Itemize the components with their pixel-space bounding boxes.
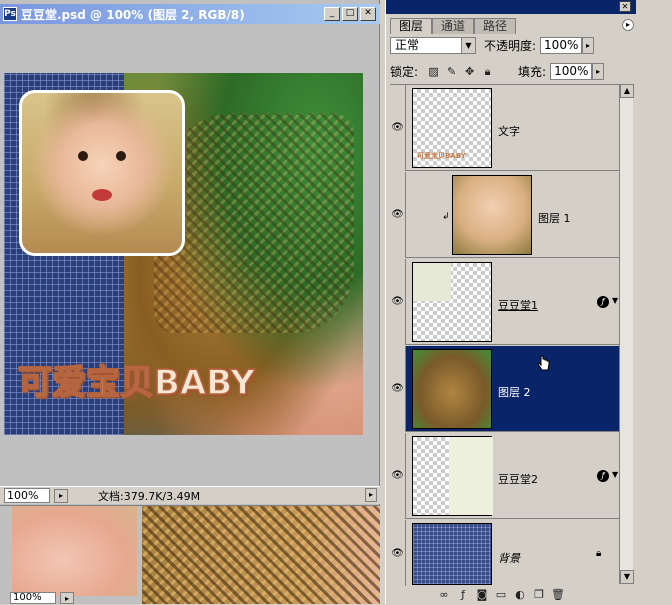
layer-name[interactable]: 豆豆堂2 — [498, 471, 538, 487]
layer-thumbnail — [412, 262, 492, 342]
background-doc-right-image — [142, 506, 380, 604]
layer-name[interactable]: 图层 1 — [538, 210, 571, 226]
layer-name[interactable]: 背景 — [498, 550, 520, 566]
eye-icon[interactable]: 👁︎ — [390, 519, 406, 588]
mask-icon[interactable]: ◙ — [474, 588, 490, 602]
adjustment-icon[interactable]: ◐ — [512, 588, 528, 602]
palette-close-icon[interactable]: ✕ — [619, 1, 631, 12]
lock-all-icon[interactable]: 🔒︎ — [481, 65, 494, 78]
tab-paths[interactable]: 路径 — [474, 18, 517, 34]
blend-row: 正常 ▼ 不透明度: 100% ▸ — [390, 37, 595, 54]
layer-list: 👁︎ 可爱宝贝BABY 文字 👁︎ ↲ 图层 1 👁︎ 豆豆堂1 ƒ ▼ 👁︎ — [390, 84, 620, 588]
layer-thumbnail — [452, 175, 532, 255]
new-set-icon[interactable]: ▭ — [493, 588, 509, 602]
layer-style-icon[interactable]: ƒ — [597, 470, 609, 482]
maximize-button[interactable]: □ — [342, 7, 358, 21]
layer-thumb-shape — [449, 437, 493, 515]
layers-scrollbar[interactable]: ▲ ▼ — [619, 84, 634, 584]
lock-position-icon[interactable]: ✥ — [463, 65, 476, 78]
fill-label: 填充: — [518, 65, 547, 79]
layer-row-doudoutang-1[interactable]: 👁︎ 豆豆堂1 ƒ ▼ — [390, 258, 620, 345]
baby-mouth — [92, 189, 112, 201]
layer-thumbnail — [412, 436, 493, 516]
background-status-menu-icon[interactable]: ▸ — [60, 592, 74, 604]
palette-tabs: 图层 通道 路径 — [390, 18, 517, 34]
background-document-window[interactable] — [0, 506, 380, 604]
layer-thumbnail: 可爱宝贝BABY — [412, 88, 492, 168]
document-info: 文档:379.7K/3.49M — [98, 489, 201, 503]
trash-icon[interactable]: 🗑︎ — [550, 588, 566, 602]
scroll-right-button[interactable]: ▸ — [365, 488, 377, 502]
tab-channels[interactable]: 通道 — [432, 18, 475, 34]
document-window: Ps 豆豆堂.psd @ 100% (图层 2, RGB/8) _ □ ✕ 可爱… — [0, 0, 380, 506]
layer-name[interactable]: 文字 — [498, 123, 520, 139]
opacity-input[interactable]: 100% — [540, 37, 583, 54]
layer-thumbnail — [412, 349, 492, 429]
tab-layers[interactable]: 图层 — [390, 18, 433, 34]
lock-transparency-icon[interactable]: ▨ — [427, 65, 440, 78]
eye-icon[interactable]: 👁︎ — [390, 84, 406, 171]
close-button[interactable]: ✕ — [360, 7, 376, 21]
status-menu-icon[interactable]: ▸ — [54, 488, 68, 503]
layer-thumb-caption: 可爱宝贝BABY — [417, 152, 466, 160]
minimize-button[interactable]: _ — [324, 7, 340, 21]
blend-mode-select[interactable]: 正常 ▼ — [390, 37, 476, 54]
layer-row-layer-1[interactable]: 👁︎ ↲ 图层 1 — [390, 171, 620, 258]
blend-mode-value: 正常 — [395, 38, 420, 52]
document-title-bar[interactable]: Ps 豆豆堂.psd @ 100% (图层 2, RGB/8) _ □ ✕ — [0, 4, 380, 24]
layer-row-background[interactable]: 👁︎ 背景 🔒︎ — [390, 519, 620, 588]
layer-row-text[interactable]: 👁︎ 可爱宝贝BABY 文字 — [390, 84, 620, 171]
background-doc-left-image — [12, 506, 137, 596]
palette-menu-icon[interactable]: ▸ — [622, 19, 634, 31]
palette-title-bar[interactable] — [386, 0, 636, 14]
scroll-up-icon[interactable]: ▲ — [620, 84, 634, 98]
lock-icon: 🔒︎ — [596, 548, 602, 559]
lock-image-icon[interactable]: ✎ — [445, 65, 458, 78]
fill-slider-arrow-icon[interactable]: ▸ — [592, 63, 605, 80]
canvas-caption-text: 可爱宝贝BABY — [17, 362, 255, 404]
zoom-input[interactable]: 100% — [4, 488, 50, 503]
layer-row-doudoutang-2[interactable]: 👁︎ 豆豆堂2 ƒ ▼ — [390, 432, 620, 519]
layer-style-icon[interactable]: ƒ — [455, 588, 471, 602]
layer-row-layer-2[interactable]: 👁︎ 图层 2 — [390, 345, 620, 432]
new-layer-icon[interactable]: ❐ — [531, 588, 547, 602]
baby-portrait-frame — [19, 90, 185, 256]
eye-icon[interactable]: 👁︎ — [390, 171, 406, 258]
lock-label: 锁定: — [390, 65, 419, 79]
baby-eye-left — [78, 151, 88, 161]
eye-icon[interactable]: 👁︎ — [390, 345, 406, 432]
link-icon[interactable]: ∞ — [436, 588, 452, 602]
layers-palette: ✕ 图层 通道 路径 ▸ 正常 ▼ 不透明度: 100% ▸ 锁定: ▨ ✎ ✥… — [385, 0, 672, 604]
photoshop-doc-icon: Ps — [3, 7, 17, 21]
clipping-arrow-icon: ↲ — [442, 212, 450, 222]
expand-effects-icon[interactable]: ▼ — [612, 296, 618, 305]
document-title: 豆豆堂.psd @ 100% (图层 2, RGB/8) — [21, 7, 245, 22]
document-status-bar: 100% ▸ 文档:379.7K/3.49M — [0, 486, 380, 504]
chevron-down-icon: ▼ — [461, 38, 475, 53]
opacity-slider-arrow-icon[interactable]: ▸ — [582, 37, 595, 54]
expand-effects-icon[interactable]: ▼ — [612, 470, 618, 479]
opacity-label: 不透明度: — [484, 39, 537, 53]
eye-icon[interactable]: 👁︎ — [390, 258, 406, 345]
layer-name[interactable]: 豆豆堂1 — [498, 297, 538, 313]
background-doc-status: 100% ▸ — [10, 592, 74, 604]
layers-footer-toolbar: ∞ ƒ ◙ ▭ ◐ ❐ 🗑︎ — [386, 586, 672, 604]
hand-cursor-icon — [537, 355, 550, 371]
layer-style-icon[interactable]: ƒ — [597, 296, 609, 308]
lock-row: 锁定: ▨ ✎ ✥ 🔒︎ 填充: 100% ▸ — [390, 63, 605, 80]
document-canvas[interactable]: 可爱宝贝BABY — [4, 73, 363, 435]
fill-input[interactable]: 100% — [550, 63, 593, 80]
background-zoom-input[interactable]: 100% — [10, 592, 56, 604]
eye-icon[interactable]: 👁︎ — [390, 432, 406, 519]
baby-eye-right — [116, 151, 126, 161]
layer-name[interactable]: 图层 2 — [498, 384, 531, 400]
layer-thumbnail — [412, 523, 492, 585]
scroll-down-icon[interactable]: ▼ — [620, 570, 634, 584]
layer-thumb-shape — [413, 263, 451, 301]
